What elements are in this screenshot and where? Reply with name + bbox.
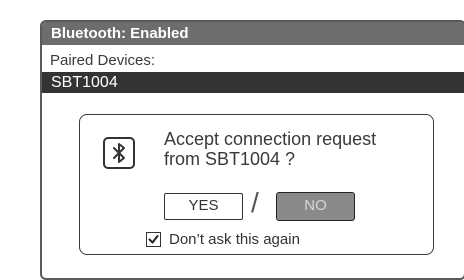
no-button[interactable]: NO <box>276 192 355 221</box>
dialog-message: Accept connection request from SBT1004 ? <box>164 129 429 169</box>
screen-title: Bluetooth: Enabled <box>42 22 464 45</box>
paired-devices-label: Paired Devices: <box>50 52 156 69</box>
bluetooth-screen: Bluetooth: Enabled Paired Devices: SBT10… <box>40 20 464 280</box>
bluetooth-icon <box>103 137 135 169</box>
message-line-2: from SBT1004 ? <box>164 149 296 169</box>
yes-button[interactable]: YES <box>164 193 243 220</box>
dont-ask-again-label: Don’t ask this again <box>169 230 300 248</box>
checkmark-icon <box>148 234 159 243</box>
device-row-selected[interactable]: SBT1004 <box>42 72 464 93</box>
connection-request-dialog: Accept connection request from SBT1004 ?… <box>79 114 434 255</box>
bluetooth-glyph <box>113 143 125 163</box>
option-separator: / <box>251 187 259 218</box>
message-line-1: Accept connection request <box>164 129 377 149</box>
dont-ask-again-option[interactable]: Don’t ask this again <box>146 230 300 248</box>
dont-ask-again-checkbox[interactable] <box>146 231 161 247</box>
